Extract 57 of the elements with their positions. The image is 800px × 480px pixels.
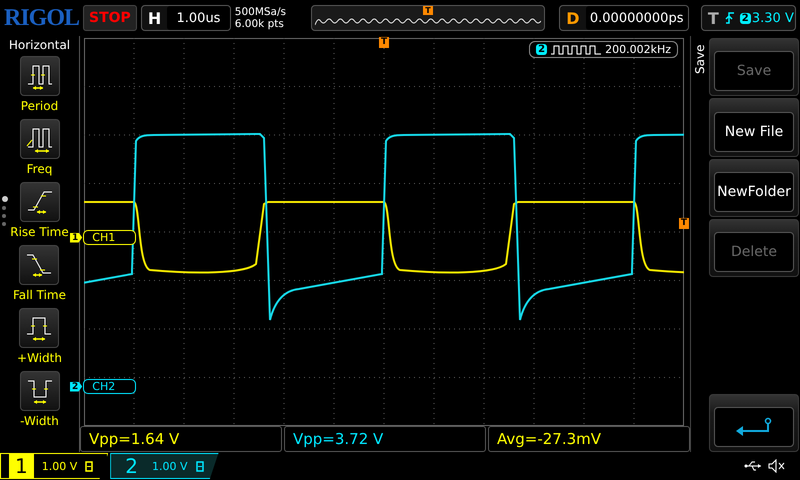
channel-number: 1: [9, 454, 34, 478]
measure-button[interactable]: [20, 56, 60, 96]
trigger-level: 3.30 V: [750, 10, 795, 28]
measurement-readout: Avg=-27.3mV: [488, 426, 690, 452]
return-arrow-icon: [734, 416, 774, 437]
menu-title: Save: [693, 44, 707, 74]
measurement-readout: Vpp=1.64 V: [80, 426, 282, 452]
delay-label: D: [565, 8, 580, 28]
measurement-readout: Vpp=3.72 V: [284, 426, 486, 452]
brand-logo: RIGOL: [4, 4, 80, 32]
trigger-source: 2: [740, 12, 751, 24]
measure-label: Rise Time: [10, 225, 69, 239]
counter-channel: 2: [536, 44, 548, 55]
memory-depth: 6.00k pts: [234, 18, 285, 30]
channel-marker: 2: [70, 382, 82, 392]
timebase-value: 1.00us: [167, 6, 230, 30]
channel-scale: 1.00 V: [152, 460, 188, 472]
coupling-icon: [85, 460, 94, 472]
measure-button[interactable]: [20, 371, 60, 411]
channel-scale: 1.00 V: [42, 460, 78, 472]
trigger-time-marker: T: [379, 37, 390, 48]
timebase-label: H: [146, 8, 162, 28]
channel-label: CH1: [83, 230, 136, 245]
usb-icon: [744, 461, 762, 471]
measure-label: Fall Time: [12, 288, 66, 302]
measure-label: +Width: [17, 351, 62, 365]
delay-box[interactable]: D 0.00000000ps: [559, 5, 689, 31]
delay-value: 0.00000000ps: [586, 6, 688, 30]
softkey-button[interactable]: New File: [714, 112, 794, 152]
measure-button[interactable]: [20, 119, 60, 159]
trigger-label: T: [706, 8, 720, 28]
softkey-button[interactable]: NewFolder: [714, 172, 794, 212]
channel-label: CH2: [83, 379, 136, 394]
coupling-icon: [196, 460, 204, 472]
measure-button[interactable]: [20, 182, 60, 222]
channel-number: 2: [124, 454, 139, 478]
trigger-level-marker: T: [678, 218, 689, 229]
pulse-train-icon: [551, 44, 602, 54]
measure-button[interactable]: [19, 308, 60, 348]
mute-icon: [768, 459, 786, 473]
menu-title: Horizontal: [8, 37, 70, 52]
measure-label: -Width: [20, 414, 59, 428]
channel-tab[interactable]: 2 1.00 V: [110, 453, 218, 479]
run-stop-button[interactable]: STOP: [83, 5, 137, 31]
timebase-box[interactable]: H 1.00us: [140, 5, 231, 31]
trigger-box[interactable]: T 2 3.30 V: [700, 5, 796, 31]
channel-marker: 1: [70, 232, 82, 242]
measure-label: Freq: [26, 162, 52, 176]
counter-value: 200.002kHz: [605, 43, 671, 56]
rising-edge-icon: [724, 11, 735, 25]
trigger-position-marker: T: [423, 6, 433, 15]
measure-button[interactable]: [19, 245, 60, 285]
measure-label: Period: [20, 99, 58, 113]
back-button[interactable]: [714, 406, 794, 447]
channel-tab[interactable]: 1 1.00 V: [0, 453, 108, 479]
sample-rate: 500MSa/s: [234, 6, 287, 18]
waveform-overview-icon: [315, 17, 542, 27]
